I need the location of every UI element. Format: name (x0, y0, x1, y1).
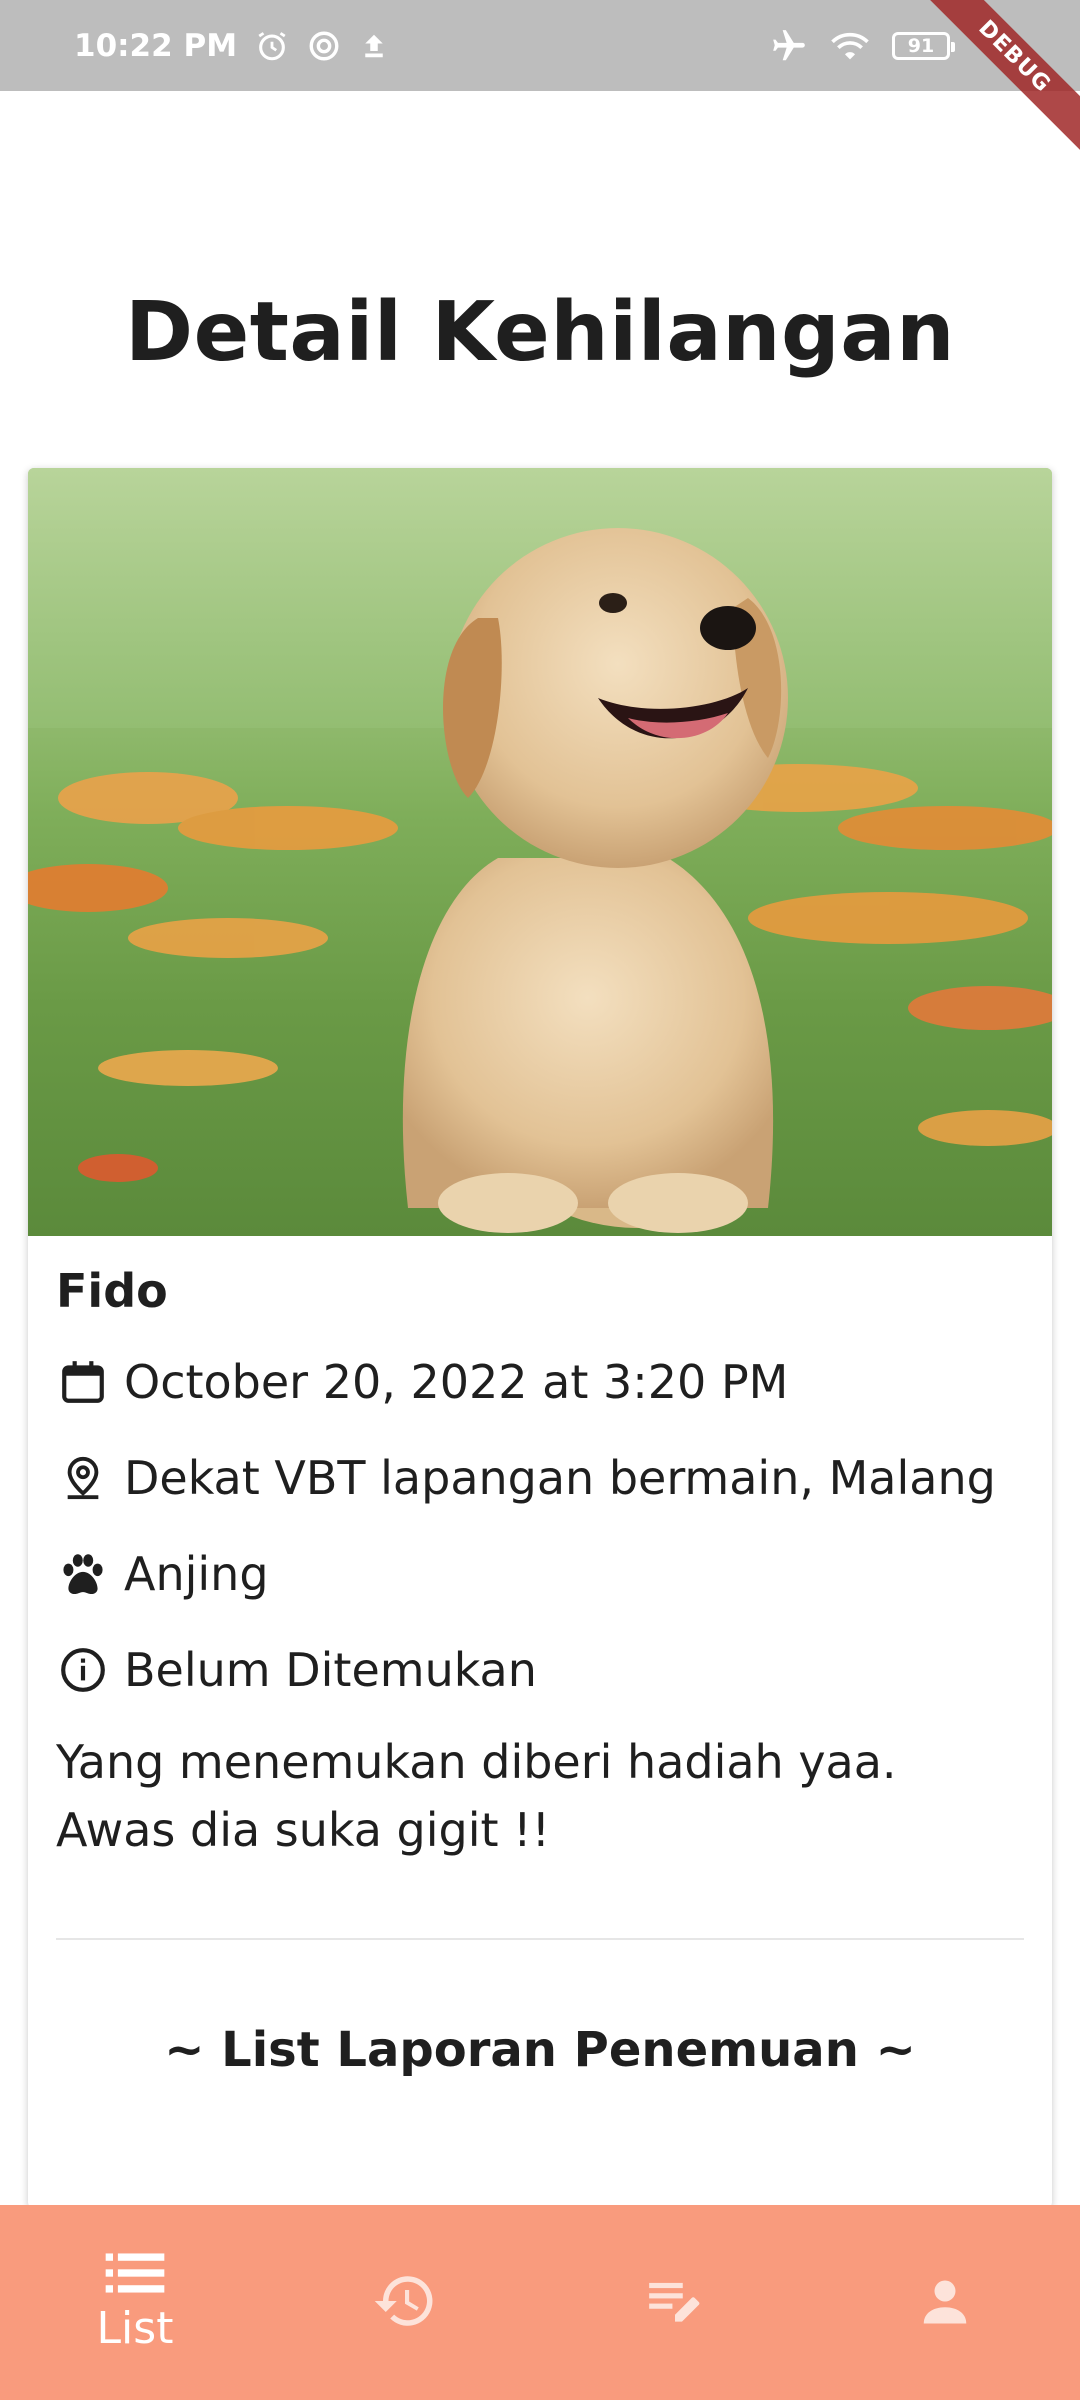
airplane-mode-icon (770, 27, 808, 65)
pet-name: Fido (56, 1264, 168, 1318)
bottom-navigation: List (0, 2205, 1080, 2400)
nav-edit-report[interactable] (540, 2205, 810, 2400)
lost-status: Belum Ditemukan (124, 1643, 537, 1697)
list-icon (105, 2251, 165, 2299)
page-title: Detail Kehilangan (125, 285, 955, 380)
battery-level: 91 (907, 34, 935, 57)
divider (56, 1938, 1024, 1940)
lost-date: October 20, 2022 at 3:20 PM (124, 1355, 789, 1409)
nav-history[interactable] (270, 2205, 540, 2400)
edit-note-icon (644, 2270, 706, 2336)
alarm-icon (255, 29, 289, 63)
battery-icon: 91 (892, 31, 955, 60)
nav-list[interactable]: List (0, 2205, 270, 2400)
pet-description: Yang menemukan diberi hadiah yaa. Awas d… (56, 1735, 897, 1857)
lost-location: Dekat VBT lapangan bermain, Malang (124, 1451, 996, 1505)
dog-photo (28, 468, 1052, 1236)
status-bar: 10:22 PM 91 (0, 0, 1080, 91)
info-icon (56, 1643, 110, 1697)
history-icon (372, 2268, 438, 2338)
pet-type: Anjing (124, 1547, 269, 1601)
wifi-icon (830, 29, 870, 63)
date-row: October 20, 2022 at 3:20 PM (56, 1334, 1024, 1430)
upload-icon (359, 31, 389, 61)
paw-icon (56, 1547, 110, 1601)
location-row: Dekat VBT lapangan bermain, Malang (56, 1430, 1024, 1526)
nav-list-label: List (96, 2303, 174, 2354)
sync-icon (307, 29, 341, 63)
nav-profile[interactable] (810, 2205, 1080, 2400)
lost-pet-card: Fido October 20, 2022 at 3:20 PM Dekat V… (28, 468, 1052, 2208)
calendar-icon (56, 1355, 110, 1409)
status-row: Belum Ditemukan (56, 1622, 1024, 1718)
found-reports-title: ~ List Laporan Penemuan ~ (164, 2022, 916, 2078)
location-pin-icon (56, 1451, 110, 1505)
person-icon (915, 2271, 975, 2335)
pet-type-row: Anjing (56, 1526, 1024, 1622)
status-time: 10:22 PM (74, 27, 238, 64)
